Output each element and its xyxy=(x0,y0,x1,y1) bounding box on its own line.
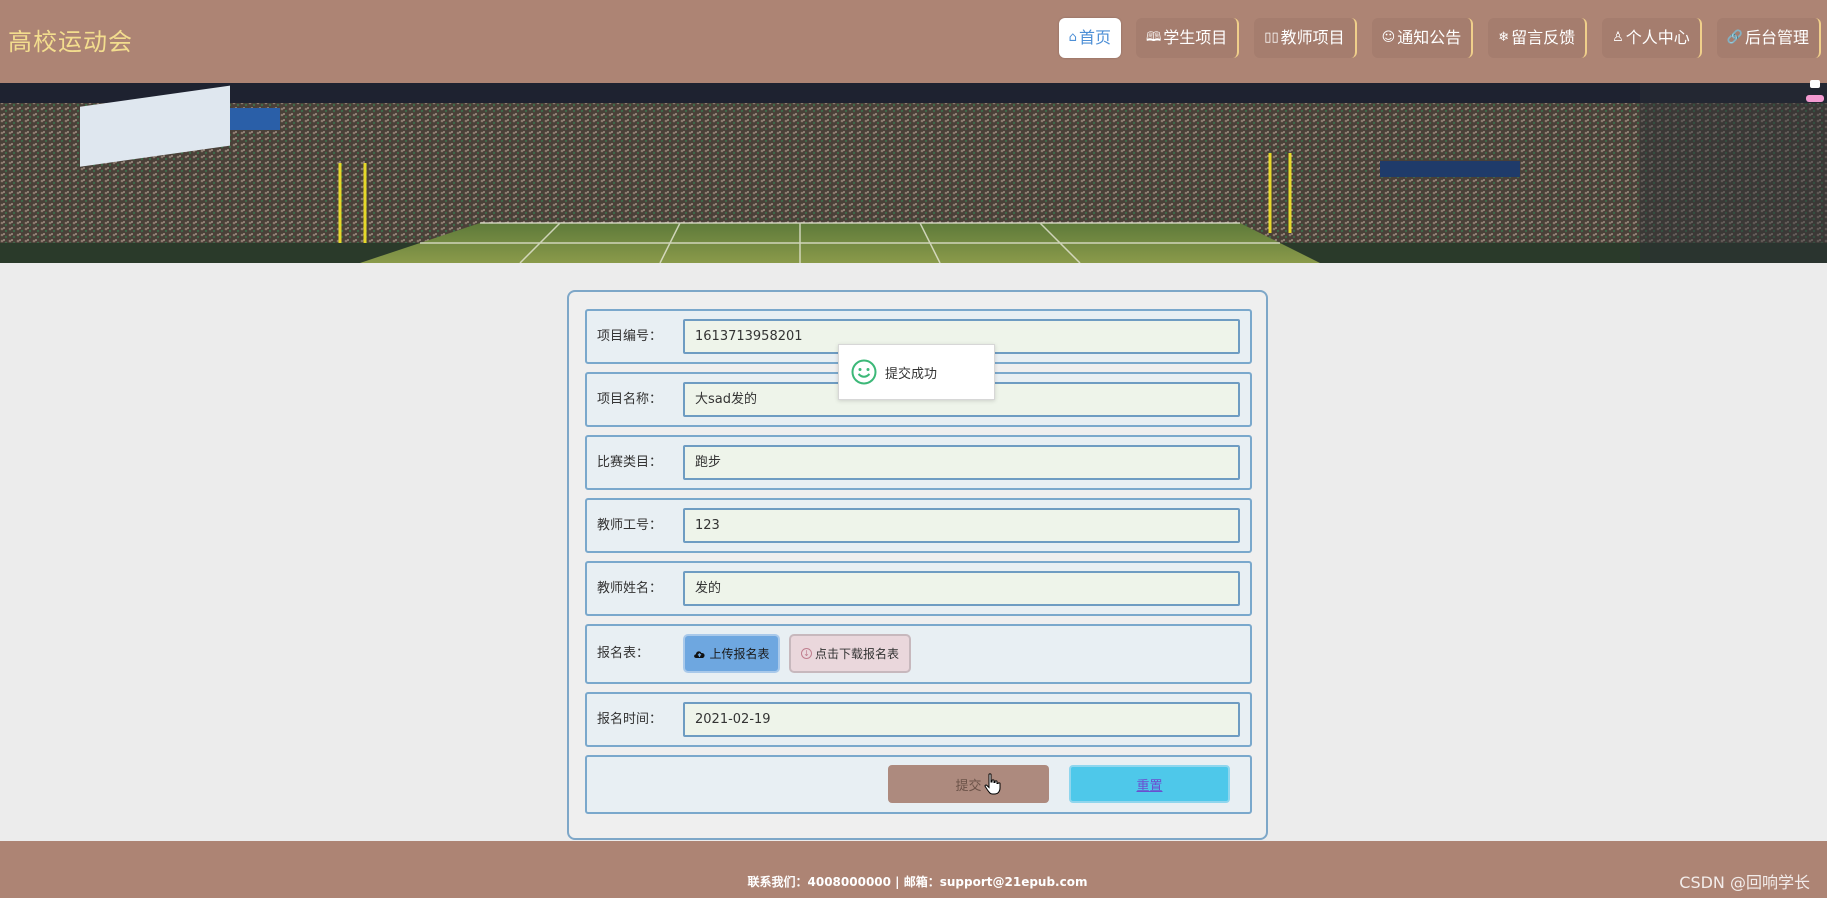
field-label: 报名表： xyxy=(597,646,650,661)
field-label: 报名时间： xyxy=(597,712,663,727)
teacher-id-input[interactable]: 123 xyxy=(683,508,1240,543)
toast-message: 提交成功 xyxy=(885,366,938,382)
form-row-teacher-id: 教师工号： 123 xyxy=(585,498,1252,553)
form-row-category: 比赛类目： 跑步 xyxy=(585,435,1252,490)
nav-item-student-projects[interactable]: 🕮 学生项目 xyxy=(1135,18,1240,58)
nav-item-announcements[interactable]: ☺ 通知公告 xyxy=(1371,18,1474,58)
footer-contact: 联系我们：4008000000 | 邮箱：support@21epub.com xyxy=(747,875,1088,889)
form-row-signup-date: 报名时间： 2021-02-19 xyxy=(585,692,1252,747)
smile-icon: ☺ xyxy=(1381,30,1396,45)
nav-label: 后台管理 xyxy=(1744,28,1809,47)
reset-button[interactable]: 重置 xyxy=(1069,765,1230,803)
snowflake-icon: ❄ xyxy=(1498,30,1510,45)
nav-label: 学生项目 xyxy=(1163,28,1228,47)
nav-label: 首页 xyxy=(1078,28,1111,47)
nav-label: 通知公告 xyxy=(1397,28,1462,47)
scroll-indicator[interactable] xyxy=(1806,95,1824,102)
smile-icon xyxy=(851,359,877,385)
columns-icon: ▯▯ xyxy=(1264,30,1279,45)
form-row-actions: 提交 重置 xyxy=(585,755,1252,814)
nav-label: 教师项目 xyxy=(1280,28,1345,47)
book-icon: 🕮 xyxy=(1145,30,1162,45)
footer: 联系我们：4008000000 | 邮箱：support@21epub.com … xyxy=(0,841,1827,898)
field-label: 项目编号： xyxy=(597,329,663,344)
scroll-handle[interactable] xyxy=(1810,80,1820,88)
nav-label: 留言反馈 xyxy=(1511,28,1576,47)
home-icon: ⌂ xyxy=(1068,30,1077,45)
field-label: 比赛类目： xyxy=(597,455,663,470)
form-row-signup-sheet: 报名表： 上传报名表 ↓ 点击下载报名表 xyxy=(585,624,1252,684)
hand-cursor-icon xyxy=(984,773,1001,795)
submit-button[interactable]: 提交 xyxy=(888,765,1049,803)
field-label: 教师工号： xyxy=(597,518,663,533)
cloud-upload-icon xyxy=(694,651,706,658)
category-input[interactable]: 跑步 xyxy=(683,445,1240,480)
stadium-banner-image xyxy=(0,83,1827,263)
signup-date-input[interactable]: 2021-02-19 xyxy=(683,702,1240,737)
nav-item-admin[interactable]: 🔗 后台管理 xyxy=(1716,18,1821,58)
download-button-label: 点击下载报名表 xyxy=(814,647,899,661)
nav-label: 个人中心 xyxy=(1625,28,1690,47)
download-icon: ↓ xyxy=(800,648,812,659)
form-row-teacher-name: 教师姓名： 发的 xyxy=(585,561,1252,616)
field-label: 项目名称： xyxy=(597,392,663,407)
nav-item-profile[interactable]: ♙ 个人中心 xyxy=(1602,18,1702,58)
top-navbar: 高校运动会 ⌂ 首页 🕮 学生项目 ▯▯ 教师项目 ☺ 通知公告 ❄ 留言反馈 … xyxy=(0,0,1827,83)
upload-button-label: 上传报名表 xyxy=(709,647,770,661)
upload-signup-sheet-button[interactable]: 上传报名表 xyxy=(683,634,780,673)
main-nav: ⌂ 首页 🕮 学生项目 ▯▯ 教师项目 ☺ 通知公告 ❄ 留言反馈 ♙ 个人中心… xyxy=(1058,18,1821,58)
site-logo[interactable]: 高校运动会 xyxy=(8,22,133,57)
link-icon: 🔗 xyxy=(1726,30,1743,45)
field-label: 教师姓名： xyxy=(597,581,663,596)
nav-item-home[interactable]: ⌂ 首页 xyxy=(1058,18,1121,58)
nav-item-teacher-projects[interactable]: ▯▯ 教师项目 xyxy=(1254,18,1357,58)
success-toast: 提交成功 xyxy=(838,344,995,400)
watermark-text: CSDN @回响学长 xyxy=(1679,873,1810,892)
download-signup-sheet-button[interactable]: ↓ 点击下载报名表 xyxy=(789,634,911,673)
nav-item-feedback[interactable]: ❄ 留言反馈 xyxy=(1488,18,1588,58)
teacher-name-input[interactable]: 发的 xyxy=(683,571,1240,606)
user-icon: ♙ xyxy=(1612,30,1624,45)
